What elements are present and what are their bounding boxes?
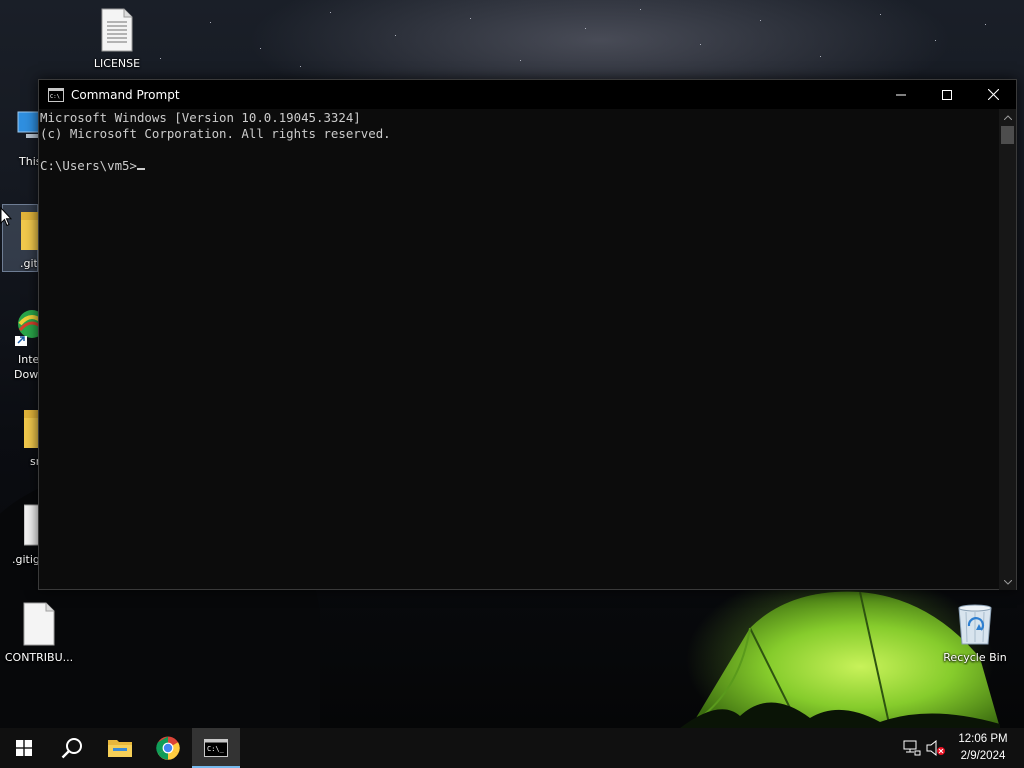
clock-time: 12:06 PM: [958, 733, 1008, 745]
command-prompt-taskbar-button[interactable]: C:\_: [192, 728, 240, 768]
desktop-icon-label: Recycle Bin: [943, 651, 1007, 664]
recycle-bin-icon: [958, 604, 992, 645]
taskbar: C:\_ 12:06 PM 2/9/2024: [0, 728, 1024, 768]
svg-text:C:\: C:\: [50, 94, 60, 100]
network-button[interactable]: [900, 728, 924, 768]
desktop-icon-label: LICENSE: [93, 57, 141, 70]
desktop-icon-recycle-bin[interactable]: Recycle Bin: [937, 602, 1013, 665]
console-line: Microsoft Windows [Version 10.0.19045.33…: [40, 110, 361, 125]
command-prompt-window[interactable]: C:\ Command Prompt Microsoft Windows [Ve…: [38, 79, 1017, 590]
close-icon: [987, 89, 999, 100]
vertical-scrollbar[interactable]: [999, 109, 1016, 590]
console-output[interactable]: Microsoft Windows [Version 10.0.19045.33…: [39, 109, 1000, 590]
blank-file-icon: [23, 602, 55, 646]
clock-date: 2/9/2024: [960, 750, 1006, 762]
minimize-button[interactable]: [878, 80, 924, 109]
command-prompt-icon: C:\: [48, 87, 64, 102]
volume-button[interactable]: [924, 728, 948, 768]
console-prompt-line[interactable]: C:\Users\vm5>: [40, 158, 1000, 174]
maximize-icon: [942, 89, 952, 100]
search-button[interactable]: [48, 728, 96, 768]
show-desktop-button[interactable]: [1018, 728, 1024, 768]
chrome-icon: [156, 736, 180, 760]
mouse-pointer-icon: [0, 207, 12, 227]
taskbar-clock[interactable]: 12:06 PM 2/9/2024: [948, 731, 1018, 765]
text-file-icon: [101, 8, 133, 52]
desktop-icon-this-pc[interactable]: This: [2, 106, 49, 169]
file-explorer-icon: [108, 740, 132, 757]
minimize-icon: [896, 94, 906, 95]
start-button[interactable]: [0, 728, 48, 768]
desktop-icon-label: .giti: [20, 257, 37, 270]
desktop-icon-contributing[interactable]: CONTRIBU...: [1, 602, 77, 665]
scroll-up-icon[interactable]: [999, 110, 1016, 124]
svg-text:C:\_: C:\_: [207, 745, 225, 753]
desktop-icon-internet-download-manager[interactable]: Inte Dow: [2, 306, 42, 382]
desktop-icon-label: sr: [30, 455, 38, 468]
file-explorer-button[interactable]: [96, 728, 144, 768]
search-icon: [61, 738, 82, 759]
desktop-icon-src-folder[interactable]: sr: [2, 404, 40, 469]
volume-muted-icon: [926, 740, 945, 756]
scroll-down-icon[interactable]: [999, 575, 1016, 589]
console-line: (c) Microsoft Corporation. All rights re…: [40, 126, 391, 141]
desktop-icon-label: This: [19, 155, 38, 168]
window-title: Command Prompt: [71, 87, 180, 102]
maximize-button[interactable]: [924, 80, 970, 109]
console-prompt: C:\Users\vm5>: [40, 158, 137, 173]
scrollbar-thumb[interactable]: [1001, 126, 1014, 144]
window-titlebar[interactable]: C:\ Command Prompt: [39, 80, 1016, 109]
desktop-icon-license[interactable]: LICENSE: [79, 8, 155, 71]
network-icon: [903, 740, 921, 756]
desktop-icon-label: .gitig: [12, 553, 38, 566]
close-button[interactable]: [970, 80, 1016, 109]
command-prompt-icon: C:\_: [204, 739, 228, 757]
desktop-icon-label-line2: Dow: [14, 368, 38, 381]
text-cursor: [136, 168, 145, 170]
system-tray: 12:06 PM 2/9/2024: [900, 728, 1024, 768]
chrome-button[interactable]: [144, 728, 192, 768]
desktop-icon-label: Inte: [18, 353, 38, 366]
desktop-icon-gitignore-file[interactable]: .gitig: [2, 504, 40, 567]
desktop-icon-label: CONTRIBU...: [4, 651, 74, 664]
start-icon: [16, 740, 32, 756]
